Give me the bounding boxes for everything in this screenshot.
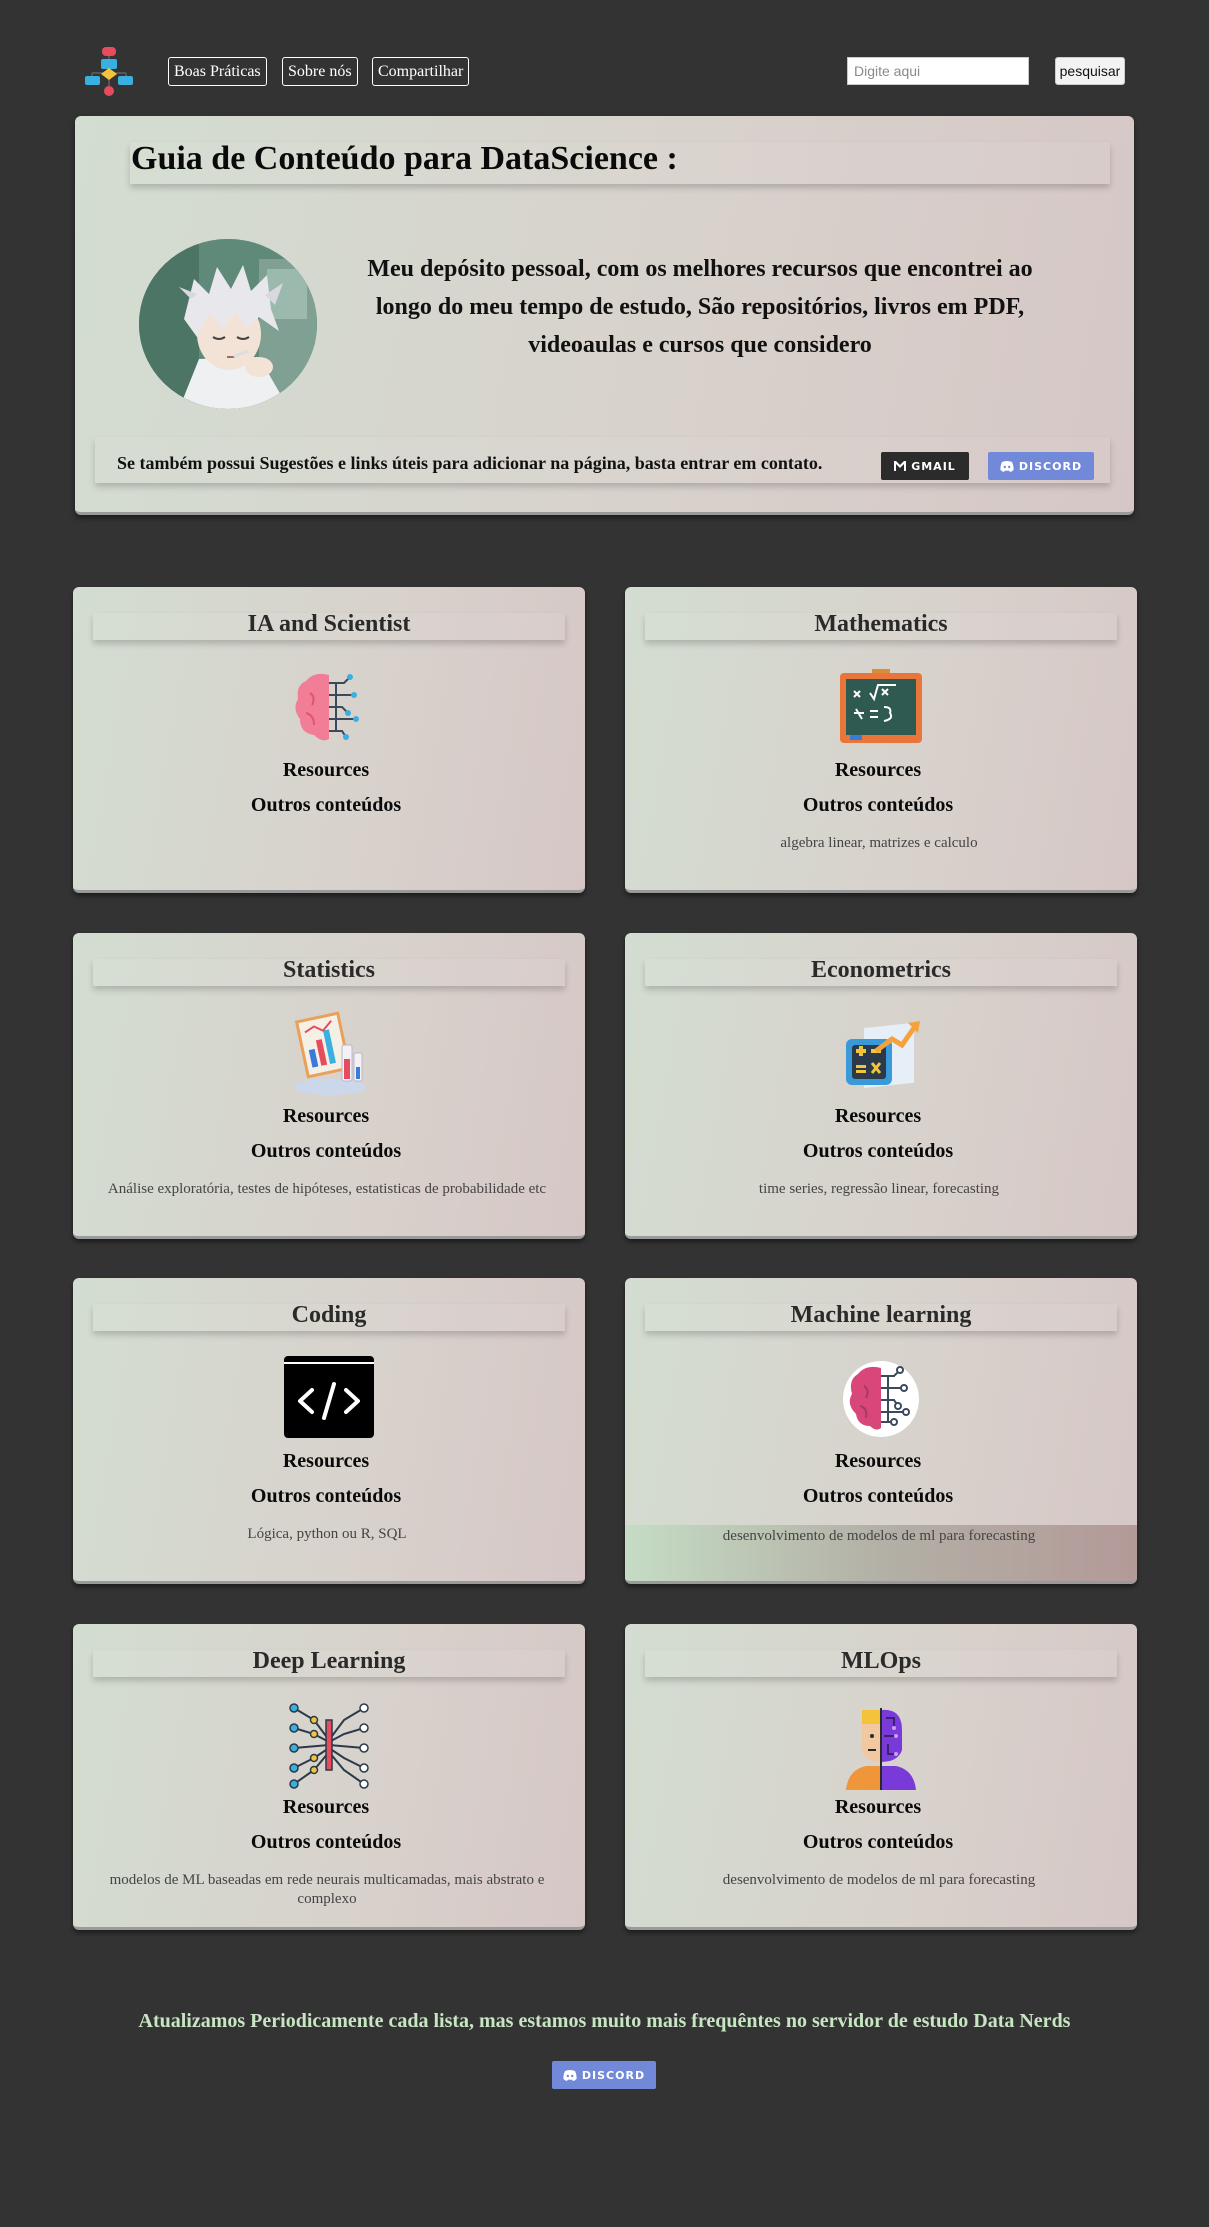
top-nav: Boas Práticas Sobre nós Compartilhar pes… bbox=[0, 40, 1209, 100]
resources-link[interactable]: Resources bbox=[73, 1450, 579, 1473]
brain-sticker-icon bbox=[843, 1361, 919, 1437]
topic-card-mlops: MLOps Resources Outros conteúdos desenvo… bbox=[625, 1624, 1137, 1930]
anime-avatar-icon bbox=[139, 239, 317, 409]
resources-link[interactable]: Resources bbox=[625, 1105, 1131, 1128]
discord-icon bbox=[1000, 460, 1014, 472]
outros-conteudos-link[interactable]: Outros conteúdos bbox=[73, 794, 579, 817]
card-description: algebra linear, matrizes e calculo bbox=[780, 835, 978, 851]
contact-text: Se também possui Sugestões e links úteis… bbox=[117, 453, 823, 473]
gmail-label: GMAIL bbox=[911, 459, 956, 473]
avatar bbox=[139, 239, 317, 409]
nav-link-sobre-nos[interactable]: Sobre nós bbox=[282, 57, 358, 86]
gmail-button[interactable]: GMAIL bbox=[881, 452, 969, 480]
card-title: MLOps bbox=[840, 1648, 921, 1674]
search-input[interactable] bbox=[847, 57, 1029, 85]
card-title: Statistics bbox=[283, 957, 375, 983]
card-title: IA and Scientist bbox=[247, 611, 411, 637]
flowchart-logo-icon[interactable] bbox=[82, 44, 136, 98]
footer-discord-button[interactable]: DISCORD bbox=[552, 2061, 656, 2089]
resources-link[interactable]: Resources bbox=[73, 1796, 579, 1819]
code-window-icon bbox=[284, 1356, 374, 1438]
card-description: Análise exploratória, testes de hipótese… bbox=[107, 1181, 547, 1197]
card-description: desenvolvimento de modelos de ml para fo… bbox=[722, 1528, 1036, 1544]
card-title: Mathematics bbox=[814, 611, 948, 637]
cyborg-person-icon bbox=[846, 1708, 916, 1790]
card-title: Econometrics bbox=[811, 957, 951, 983]
resources-link[interactable]: Resources bbox=[73, 1105, 579, 1128]
chalkboard-math-icon bbox=[840, 669, 922, 743]
outros-conteudos-link[interactable]: Outros conteúdos bbox=[625, 1485, 1131, 1508]
calculator-trend-icon bbox=[846, 1021, 920, 1089]
outros-conteudos-link[interactable]: Outros conteúdos bbox=[625, 1140, 1131, 1163]
outros-conteudos-link[interactable]: Outros conteúdos bbox=[73, 1831, 579, 1854]
topic-card-machine-learning: Machine learning Resources Outros conteú… bbox=[625, 1278, 1137, 1584]
card-description: time series, regressão linear, forecasti… bbox=[758, 1181, 1000, 1197]
hero-description: Meu depósito pessoal, com os melhores re… bbox=[367, 256, 1033, 358]
discord-button[interactable]: DISCORD bbox=[988, 452, 1094, 480]
discord-label: DISCORD bbox=[1018, 459, 1083, 473]
topic-card-coding: Coding Resources Outros conteúdos Lógica… bbox=[73, 1278, 585, 1584]
card-description: Lógica, python ou R, SQL bbox=[247, 1526, 407, 1542]
card-title: Deep Learning bbox=[252, 1648, 406, 1674]
page-title: Guia de Conteúdo para DataScience : bbox=[131, 140, 678, 177]
nav-link-boas-praticas[interactable]: Boas Práticas bbox=[168, 57, 267, 86]
outros-conteudos-link[interactable]: Outros conteúdos bbox=[625, 794, 1131, 817]
statistics-board-icon bbox=[294, 1011, 366, 1095]
resources-link[interactable]: Resources bbox=[625, 1796, 1131, 1819]
outros-conteudos-link[interactable]: Outros conteúdos bbox=[73, 1140, 579, 1163]
topic-card-mathematics: Mathematics Resources Outros conteúdos a… bbox=[625, 587, 1137, 893]
discord-label: DISCORD bbox=[581, 2068, 646, 2082]
topic-card-deep-learning: Deep Learning Resources Outros conteúdos… bbox=[73, 1624, 585, 1930]
hero-panel: Guia de Conteúdo para DataScience : Meu … bbox=[75, 116, 1134, 515]
gmail-icon bbox=[894, 461, 907, 471]
nav-link-compartilhar[interactable]: Compartilhar bbox=[372, 57, 470, 86]
resources-link[interactable]: Resources bbox=[73, 759, 579, 782]
card-title: Machine learning bbox=[790, 1302, 972, 1328]
outros-conteudos-link[interactable]: Outros conteúdos bbox=[73, 1485, 579, 1508]
card-description: desenvolvimento de modelos de ml para fo… bbox=[722, 1872, 1036, 1888]
card-description: modelos de ML baseadas em rede neurais m… bbox=[109, 1872, 545, 1907]
neural-network-icon bbox=[289, 1703, 369, 1789]
resources-link[interactable]: Resources bbox=[625, 759, 1131, 782]
search-button[interactable]: pesquisar bbox=[1055, 57, 1125, 85]
outros-conteudos-link[interactable]: Outros conteúdos bbox=[625, 1831, 1131, 1854]
resources-link[interactable]: Resources bbox=[625, 1450, 1131, 1473]
topic-card-statistics: Statistics Resources Outros conteúdos An… bbox=[73, 933, 585, 1239]
card-title: Coding bbox=[291, 1302, 367, 1328]
brain-circuit-icon bbox=[295, 673, 359, 741]
topic-card-econometrics: Econometrics Resources Outros conteúdos … bbox=[625, 933, 1137, 1239]
footer-text: Atualizamos Periodicamente cada lista, m… bbox=[138, 2010, 1071, 2032]
topic-card-ia-scientist: IA and Scientist Resources Outros conteú… bbox=[73, 587, 585, 893]
discord-icon bbox=[563, 2069, 577, 2081]
